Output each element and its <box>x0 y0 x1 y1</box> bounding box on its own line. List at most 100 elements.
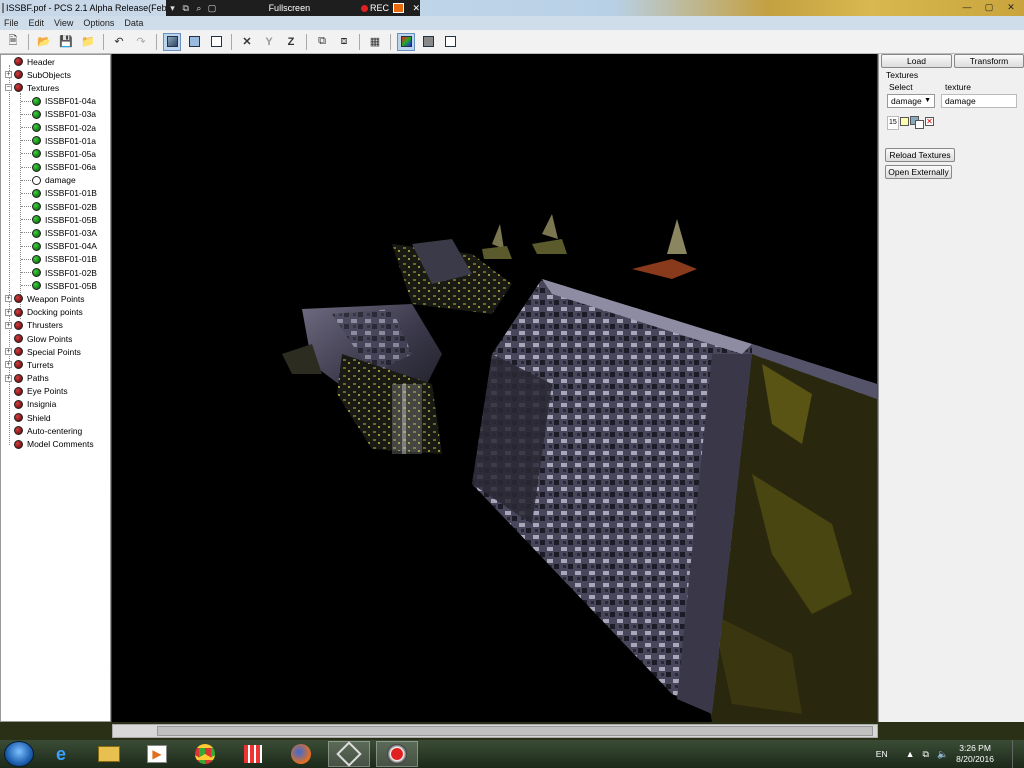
dropdown-icon[interactable]: ▾ <box>166 3 179 14</box>
tab-transform[interactable]: Transform <box>954 54 1024 68</box>
horizontal-scrollbar[interactable] <box>112 724 878 738</box>
recorder-app-icon[interactable] <box>376 741 418 767</box>
shaded-view-icon[interactable] <box>419 33 437 51</box>
tree-item-auto-centering[interactable]: Auto-centering <box>1 424 110 437</box>
metro-apps-icon[interactable] <box>232 741 274 767</box>
texture-item-selected[interactable]: damage <box>1 174 110 187</box>
window-icon[interactable]: ▢ <box>205 3 218 14</box>
open-folder-icon[interactable]: 📂 <box>35 33 53 51</box>
texture-item[interactable]: ISSBF01-03A <box>1 226 110 239</box>
expand-icon[interactable]: + <box>5 321 12 329</box>
ie-icon[interactable]: e <box>40 741 82 767</box>
texture-new-icon[interactable] <box>900 117 909 126</box>
wire-solid-view-icon[interactable] <box>185 33 203 51</box>
expand-icon[interactable]: + <box>5 308 12 316</box>
window-close-icon[interactable]: ✕ <box>1000 0 1022 14</box>
menu-options[interactable]: Options <box>83 18 114 28</box>
tab-load[interactable]: Load <box>881 54 952 68</box>
chrome-icon[interactable] <box>184 741 226 767</box>
grid-icon[interactable]: ▦ <box>366 33 384 51</box>
tree-item-docking-points[interactable]: + Docking points <box>1 306 110 319</box>
texture-delete-icon[interactable]: ✕ <box>925 117 934 126</box>
x-axis-icon[interactable]: ✕ <box>238 33 256 51</box>
reload-textures-button[interactable]: Reload Textures <box>885 148 955 162</box>
undo-icon[interactable]: ↶ <box>110 33 128 51</box>
tree-item-eye-points[interactable]: Eye Points <box>1 385 110 398</box>
expand-icon[interactable]: + <box>5 348 12 356</box>
texture-item[interactable]: ISSBF01-05B <box>1 213 110 226</box>
volume-icon[interactable]: 🔈 <box>937 749 948 760</box>
texture-copy-icon[interactable] <box>915 120 924 129</box>
fullscreen-label[interactable]: Fullscreen <box>269 3 353 13</box>
textured-view-icon[interactable] <box>397 32 415 51</box>
redo-icon[interactable]: ↷ <box>132 33 150 51</box>
texture-name-field[interactable]: damage <box>941 94 1017 108</box>
new-file-icon[interactable]: 🗎 <box>4 33 22 51</box>
outline-view-icon[interactable] <box>441 33 459 51</box>
texture-item[interactable]: ISSBF01-05a <box>1 147 110 160</box>
texture-item[interactable]: ISSBF01-02a <box>1 121 110 134</box>
close-icon[interactable]: ✕ <box>412 3 420 14</box>
texture-item[interactable]: ISSBF01-04a <box>1 95 110 108</box>
tree-item-special-points[interactable]: + Special Points <box>1 345 110 358</box>
pcs-app-icon[interactable] <box>328 741 370 767</box>
expand-icon[interactable]: + <box>5 71 12 79</box>
maximize-icon[interactable]: ▢ <box>978 0 1000 14</box>
texture-select[interactable]: damage ▼ <box>887 94 935 108</box>
texture-item[interactable]: ISSBF01-01B <box>1 253 110 266</box>
expand-icon[interactable]: + <box>5 374 12 382</box>
menu-data[interactable]: Data <box>124 18 143 28</box>
camera-view-b-icon[interactable]: ⧈ <box>335 33 353 51</box>
z-axis-icon[interactable]: Z <box>282 33 300 51</box>
restore-icon[interactable]: ⧉ <box>179 3 192 14</box>
tree-item-glow-points[interactable]: Glow Points <box>1 332 110 345</box>
open-externally-button[interactable]: Open Externally <box>885 165 952 179</box>
camera-icon[interactable] <box>393 3 405 13</box>
clock[interactable]: 3:26 PM 8/20/2016 <box>956 743 994 765</box>
tree-item-paths[interactable]: + Paths <box>1 372 110 385</box>
language-indicator[interactable]: EN <box>876 749 888 759</box>
tree-item-header[interactable]: Header <box>1 55 110 68</box>
explorer-icon[interactable] <box>88 741 130 767</box>
solid-view-icon[interactable] <box>163 32 181 51</box>
texture-index-field[interactable]: 15 <box>887 116 899 130</box>
texture-item[interactable]: ISSBF01-01a <box>1 134 110 147</box>
texture-item[interactable]: ISSBF01-01B <box>1 187 110 200</box>
texture-item[interactable]: ISSBF01-02B <box>1 200 110 213</box>
tree-item-thrusters[interactable]: + Thrusters <box>1 319 110 332</box>
start-button[interactable] <box>4 741 34 767</box>
open-folder-alt-icon[interactable]: 📁 <box>79 33 97 51</box>
rec-button[interactable]: REC <box>361 3 389 13</box>
menu-edit[interactable]: Edit <box>29 18 45 28</box>
network-icon[interactable]: ⧉ <box>923 749 929 760</box>
tree-item-insignia[interactable]: Insignia <box>1 398 110 411</box>
minimize-icon[interactable]: — <box>956 0 978 14</box>
texture-item[interactable]: ISSBF01-02B <box>1 266 110 279</box>
tree-item-model-comments[interactable]: Model Comments <box>1 437 110 450</box>
texture-item[interactable]: ISSBF01-05B <box>1 279 110 292</box>
texture-item[interactable]: ISSBF01-04A <box>1 240 110 253</box>
menu-file[interactable]: File <box>4 18 19 28</box>
tray-overflow-icon[interactable]: ▲ <box>906 749 915 759</box>
show-desktop-button[interactable] <box>1012 740 1018 768</box>
tree-item-weapon-points[interactable]: + Weapon Points <box>1 292 110 305</box>
texture-item[interactable]: ISSBF01-03a <box>1 108 110 121</box>
expand-icon[interactable]: + <box>5 361 12 369</box>
tree-item-subobjects[interactable]: + SubObjects <box>1 68 110 81</box>
menu-view[interactable]: View <box>54 18 73 28</box>
tree-item-turrets[interactable]: + Turrets <box>1 358 110 371</box>
wireframe-view-icon[interactable] <box>207 33 225 51</box>
media-player-icon[interactable]: ▶ <box>136 741 178 767</box>
firefox-icon[interactable] <box>280 741 322 767</box>
texture-item[interactable]: ISSBF01-06a <box>1 161 110 174</box>
save-icon[interactable]: 💾 <box>57 33 75 51</box>
tree-item-textures[interactable]: − Textures <box>1 81 110 94</box>
camera-view-a-icon[interactable]: ⧉ <box>313 33 331 51</box>
model-viewport[interactable] <box>112 54 877 722</box>
magnifier-icon[interactable]: ⌕ <box>192 3 205 14</box>
tree-item-shield[interactable]: Shield <box>1 411 110 424</box>
collapse-icon[interactable]: − <box>5 84 12 92</box>
y-axis-icon[interactable]: Y <box>260 33 278 51</box>
scrollbar-thumb[interactable] <box>157 726 873 736</box>
expand-icon[interactable]: + <box>5 295 12 303</box>
